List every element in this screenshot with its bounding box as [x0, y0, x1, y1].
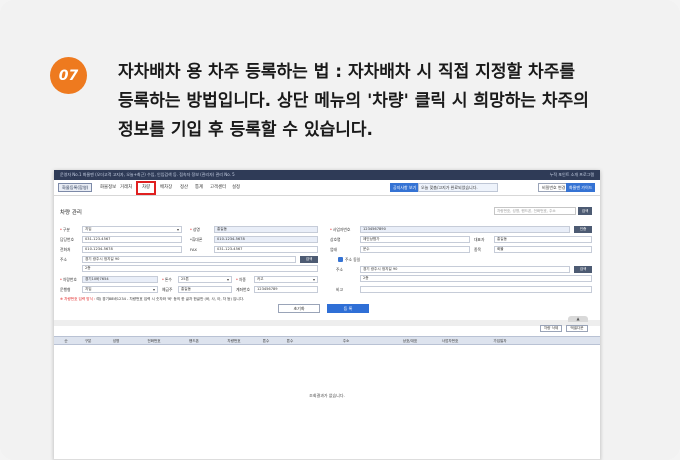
search-button[interactable]: 검색	[578, 207, 592, 215]
biz-number-field[interactable]: 1234567890	[360, 226, 570, 233]
contact-label: 담당번호	[60, 237, 74, 242]
address-field[interactable]: 경기 광주시 정지길 90	[82, 256, 296, 263]
memo-field[interactable]	[360, 286, 592, 293]
guide-button[interactable]: 화물맨 가이드	[566, 183, 596, 192]
grid-col-header[interactable]: 주소	[343, 337, 350, 345]
menu-item-settings[interactable]: 설정	[232, 184, 240, 192]
tonnage-label: 톤수	[162, 276, 172, 283]
car-type-label: 차종	[236, 276, 246, 283]
fax-label: FAX	[190, 247, 198, 252]
step-description-line: 정보를 기입 후 등록할 수 있습니다.	[118, 120, 374, 140]
mobile-field[interactable]: 010-1234-5678	[214, 236, 318, 243]
vehicle-search-input[interactable]: 차량번호, 성명, 핸드폰, 전화번호, 주소	[494, 207, 576, 215]
guide-card: 07 자차배차 용 차주 등록하는 법 : 자차배차 시 직접 지정할 차주를 …	[0, 0, 680, 460]
grid-col-header[interactable]: 가입일자	[493, 337, 506, 345]
grid-col-header[interactable]: 톤수	[263, 337, 270, 345]
fax-field[interactable]: 031-123-4567	[214, 246, 318, 253]
tonnage-select[interactable]: 25톤	[178, 276, 232, 283]
depositor-label: 예금주	[162, 287, 173, 292]
notice-text: 오늘 맞춤/고지가 완료되었습니다.	[418, 183, 498, 192]
phone-label: 전화처	[60, 247, 71, 252]
main-menubar: 화물등록(합영) 화물정보 거래처 차량 배차장 정산 통계 고객센터 설정 공…	[54, 180, 600, 196]
mobile-label: *휴대폰	[190, 237, 203, 242]
operation-label: 운행형	[60, 287, 71, 292]
car-type-select[interactable]: 카고	[254, 276, 318, 283]
step-number-badge: 07	[50, 57, 87, 94]
app-screenshot: 운영자 No.1 화물맨 (오더고객 고지자, 오늘+최근) 수입, 인입검색 …	[54, 170, 600, 460]
account-field[interactable]: 123456789	[254, 286, 318, 293]
biz-type-label: 업태	[330, 247, 337, 252]
ceo-label: 대표자	[474, 237, 485, 242]
company-field[interactable]: 제인상협가	[360, 236, 470, 243]
vehicle-grid-body: 조회결과가 없습니다.	[54, 345, 600, 460]
grid-col-header[interactable]: 순	[64, 337, 67, 345]
address2-detail-field[interactable]: 2층	[360, 275, 592, 282]
same-address-label: 주소 동일	[345, 257, 361, 262]
grid-col-header[interactable]: 상호/대표	[403, 337, 417, 345]
notice-view-button[interactable]: 공지사항 보기	[390, 183, 420, 192]
account-label: 계좌번호	[236, 287, 250, 292]
car-number-hint: ※ 차량번호 입력 방식 : 예) 경기88바1234 - 차량번호 입력 시 …	[60, 297, 244, 302]
grid-col-header[interactable]: 차량번호	[227, 337, 240, 345]
biz-type-field[interactable]: 운수	[360, 246, 470, 253]
step-description-line: 등록하는 방법입니다. 상단 메뉴의 '차량' 클릭 시 희망하는 차주의	[118, 91, 589, 111]
section-divider	[54, 320, 600, 326]
address2-field[interactable]: 경기 광주시 정지길 90	[360, 266, 570, 273]
menu-item-settlement[interactable]: 정산	[180, 184, 188, 192]
depositor-field[interactable]: 홍길동	[178, 286, 232, 293]
titlebar-text: 운영자 No.1 화물맨 (오더고객 고지자, 오늘+최근) 수입, 인입검색 …	[60, 172, 235, 177]
grid-col-header[interactable]: 성명	[113, 337, 120, 345]
step-description-line: 자차배차 용 차주 등록하는 법 : 자차배차 시 직접 지정할 차주를	[118, 62, 575, 82]
address-label: 주소	[60, 257, 67, 262]
grid-col-header[interactable]: 사업자번호	[442, 337, 459, 345]
biz-verify-button[interactable]: 인증	[574, 226, 592, 233]
address-search-button[interactable]: 검색	[300, 256, 318, 263]
hint-red-text: ※ 차량번호 입력 방식 :	[60, 297, 96, 301]
app-titlebar: 운영자 No.1 화물맨 (오더고객 고지자, 오늘+최근) 수입, 인입검색 …	[54, 170, 600, 180]
delete-vehicle-button[interactable]: 차량 삭제	[540, 325, 562, 332]
menu-item-cargo-info[interactable]: 화물정보	[100, 184, 116, 192]
gubun-label: 구분	[60, 226, 70, 233]
register-button[interactable]: 등 록	[327, 304, 369, 313]
same-address-checkbox[interactable]	[338, 257, 343, 262]
biz-item-field[interactable]: 화물	[494, 246, 592, 253]
name-label: 성명	[190, 226, 200, 233]
car-number-label: 차량번호	[60, 276, 77, 283]
page-title: 차량 관리	[60, 210, 82, 216]
memo-label: 비고	[336, 287, 343, 292]
menu-item-support[interactable]: 고객센터	[210, 184, 226, 192]
biz-number-label: 사업자번호	[330, 226, 350, 233]
grid-header: 순 구분 성명 전화번호 핸드폰 차량번호 톤수 톤수 주소 상호/대표 사업자…	[54, 336, 600, 345]
address2-label: 주소	[336, 267, 343, 272]
grid-col-header[interactable]: 전화번호	[147, 337, 160, 345]
grid-col-header[interactable]: 구분	[85, 337, 92, 345]
grid-col-header[interactable]: 핸드폰	[189, 337, 199, 345]
menu-item-client[interactable]: 거래처	[120, 184, 132, 192]
name-field[interactable]: 홍길동	[214, 226, 318, 233]
cargo-register-button[interactable]: 화물등록(합영)	[58, 183, 93, 192]
vehicle-menu-highlight	[136, 181, 156, 195]
ceo-field[interactable]: 홍길동	[494, 236, 592, 243]
hint-text: 예) 경기88바1234 - 차량번호 입력 시 숫자와 '바' 등의 한 글자…	[96, 297, 245, 301]
grid-empty-message: 조회결과가 없습니다.	[309, 393, 345, 398]
excel-download-button[interactable]: 엑셀다운	[566, 325, 588, 332]
menu-item-dispatch[interactable]: 배차장	[160, 184, 172, 192]
car-number-field[interactable]: 경기10바7654	[82, 276, 158, 283]
titlebar-right-text: 누적 포인트 소개 프로그램	[549, 172, 594, 177]
contact-field[interactable]: 031-123-4567	[82, 236, 182, 243]
grid-col-header[interactable]: 톤수	[287, 337, 294, 345]
address-detail-field[interactable]: 2층	[82, 265, 318, 272]
biz-item-label: 종목	[474, 247, 481, 252]
phone-field[interactable]: 010-1234-5678	[82, 246, 182, 253]
gubun-select[interactable]: 지입	[82, 226, 182, 233]
step-description: 자차배차 용 차주 등록하는 법 : 자차배차 시 직접 지정할 차주를 등록하…	[118, 58, 638, 145]
menu-item-stats[interactable]: 통계	[195, 184, 203, 192]
address2-search-button[interactable]: 검색	[574, 266, 592, 273]
password-change-button[interactable]: 비밀번호 변경	[538, 183, 570, 192]
collapse-toggle[interactable]: ▲	[568, 316, 588, 322]
operation-select[interactable]: 지입	[82, 286, 158, 293]
reset-button[interactable]: 초기화	[278, 304, 320, 313]
company-label: 상호명	[330, 237, 341, 242]
